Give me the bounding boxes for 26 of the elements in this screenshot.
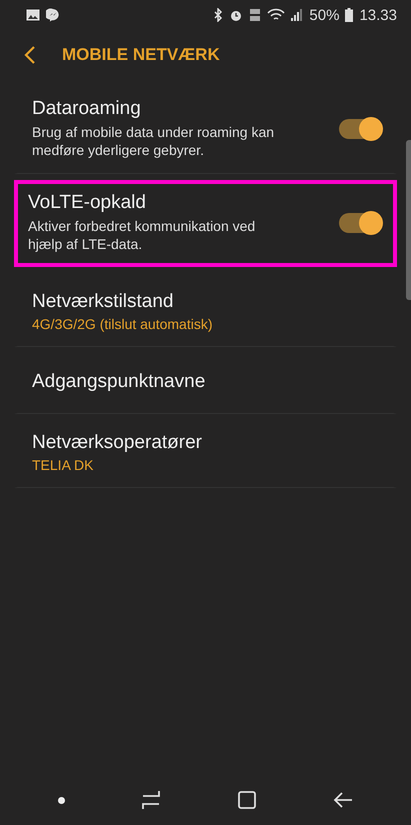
screen-title: MOBILE NETVÆRK xyxy=(62,45,220,65)
battery-icon xyxy=(345,8,354,22)
clock-time: 13.33 xyxy=(359,6,397,24)
bluetooth-icon xyxy=(214,8,224,22)
setting-summary: Brug af mobile data under roaming kan medføre yderligere gebyrer. xyxy=(32,123,276,159)
setting-title: Netværkstilstand xyxy=(32,291,174,313)
setting-summary: Aktiver forbedret kommunikation ved hjælp af LTE-data. xyxy=(28,217,256,253)
messenger-icon xyxy=(46,8,60,22)
back-nav-button[interactable] xyxy=(333,791,353,809)
setting-title: Netværksoperatører xyxy=(32,432,203,454)
dot-icon xyxy=(58,796,65,804)
gallery-icon xyxy=(26,9,40,21)
alarm-icon xyxy=(229,8,244,22)
wifi-icon xyxy=(267,8,286,22)
back-button[interactable] xyxy=(24,45,36,65)
setting-title: Adgangspunktnavne xyxy=(32,371,206,393)
toggle-switch[interactable] xyxy=(339,212,381,232)
battery-percent: 50% xyxy=(309,6,340,24)
toggle-switch[interactable] xyxy=(339,118,381,138)
setting-title: VoLTE-opkald xyxy=(28,192,147,214)
home-button[interactable] xyxy=(237,790,257,810)
setting-title: Dataroaming xyxy=(32,98,142,120)
signal-icon xyxy=(291,8,304,22)
setting-value: 4G/3G/2G (tilslut automatisk) xyxy=(32,316,214,332)
setting-value: TELIA DK xyxy=(32,457,94,473)
recents-button[interactable] xyxy=(141,790,161,810)
